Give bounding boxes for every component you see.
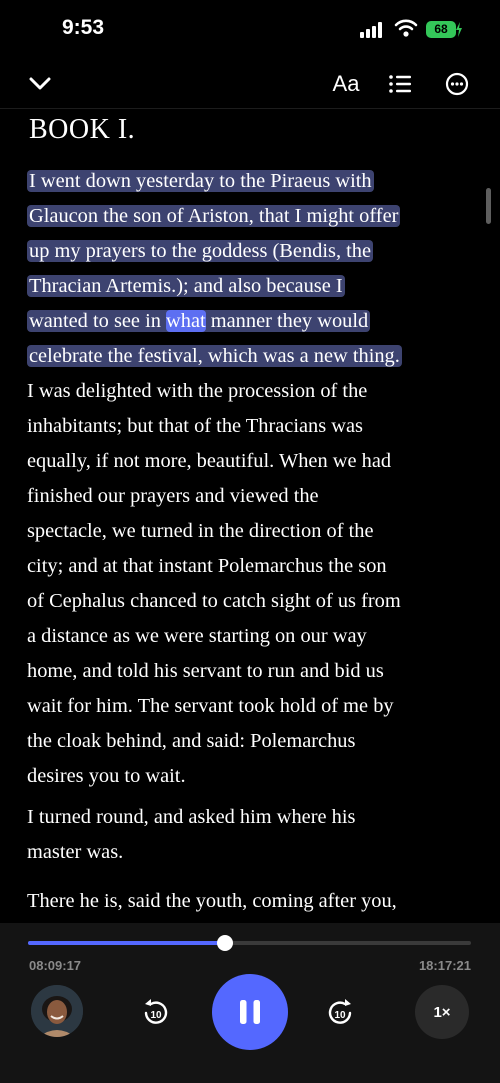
reader-content[interactable]: BOOK I. I went down yesterday to the Pir… (0, 108, 500, 923)
battery-icon: 68 (426, 21, 456, 38)
skip-back-seconds: 10 (150, 1010, 162, 1021)
text-line: equally, if not more, beautiful. When we… (27, 450, 392, 472)
text-line: a distance as we were starting on our wa… (27, 625, 367, 647)
text-line: finished our prayers and viewed the (27, 485, 319, 507)
total-time: 18:17:21 (418, 958, 471, 973)
text-line: the cloak behind, and said: Polemarchus (27, 730, 356, 752)
skip-forward-button[interactable]: 10 (320, 993, 360, 1033)
list-icon (389, 75, 411, 93)
highlighted-line: celebrate the festival, which was a new … (27, 345, 402, 367)
text-line: home, and told his servant to run and bi… (27, 660, 384, 682)
status-bar: 9:53 68 (0, 0, 500, 60)
passage-paragraph-3[interactable]: There he is, said the youth, coming afte… (27, 884, 477, 919)
wifi-icon (394, 19, 418, 37)
more-options-button[interactable] (437, 64, 477, 104)
highlighted-line: Glaucon the son of Ariston, that I might… (27, 205, 401, 227)
passage-paragraph-2[interactable]: I turned round, and asked him where his … (27, 800, 477, 870)
text-line: of Cephalus chanced to catch sight of us… (27, 590, 401, 612)
text-line: city; and at that instant Polemarchus th… (27, 555, 387, 577)
text-line: wait for him. The servant took hold of m… (27, 695, 394, 717)
skip-back-button[interactable]: 10 (136, 993, 176, 1033)
passage-paragraph-1[interactable]: I went down yesterday to the Piraeus wit… (27, 164, 477, 794)
text-settings-button[interactable]: Aa (326, 64, 366, 104)
current-word-highlight[interactable]: what (166, 310, 206, 332)
highlighted-line: I went down yesterday to the Piraeus wit… (27, 170, 374, 192)
progress-fill (28, 941, 226, 945)
playback-speed-button[interactable]: 1× (415, 985, 469, 1039)
text-line: I was delighted with the procession of t… (27, 380, 368, 402)
highlighted-line: wanted to see in what manner they would (27, 310, 371, 332)
more-icon (445, 72, 469, 96)
reader-toolbar: Aa (0, 60, 500, 109)
cellular-signal-icon (360, 22, 384, 38)
pause-button[interactable] (212, 974, 288, 1050)
narrator-portrait-icon (31, 985, 83, 1037)
elapsed-time: 08:09:17 (29, 958, 82, 973)
text-line: master was. (27, 841, 124, 863)
table-of-contents-button[interactable] (380, 64, 420, 104)
text-line: desires you to wait. (27, 765, 186, 787)
skip-forward-seconds: 10 (334, 1010, 346, 1021)
highlighted-line: Thracian Artemis.); and also because I (27, 275, 345, 297)
text-line: inhabitants; but that of the Thracians w… (27, 415, 363, 437)
chevron-down-icon (29, 77, 51, 90)
collapse-button[interactable] (20, 64, 60, 104)
scrollbar-thumb[interactable] (486, 188, 491, 224)
playback-speed-label: 1× (433, 1003, 451, 1021)
highlighted-text: manner they would (205, 310, 369, 332)
progress-handle[interactable] (217, 935, 234, 951)
forward-10-icon: 10 (328, 999, 352, 1024)
rewind-10-icon: 10 (144, 999, 168, 1024)
status-time: 9:53 (62, 16, 105, 39)
chapter-heading: BOOK I. (29, 114, 136, 145)
text-settings-label: Aa (332, 71, 360, 96)
highlighted-line: up my prayers to the goddess (Bendis, th… (27, 240, 374, 262)
audio-player: 08:09:17 18:17:21 10 10 1× (0, 923, 500, 1083)
highlighted-text: wanted to see in (29, 310, 167, 332)
text-line: There he is, said the youth, coming afte… (27, 890, 397, 912)
pause-icon (240, 1000, 260, 1024)
narrator-avatar[interactable] (31, 985, 83, 1037)
text-line: spectacle, we turned in the direction of… (27, 520, 374, 542)
progress-slider[interactable] (28, 935, 471, 951)
charging-bolt-icon (456, 22, 462, 37)
text-line: I turned round, and asked him where his (27, 806, 356, 828)
